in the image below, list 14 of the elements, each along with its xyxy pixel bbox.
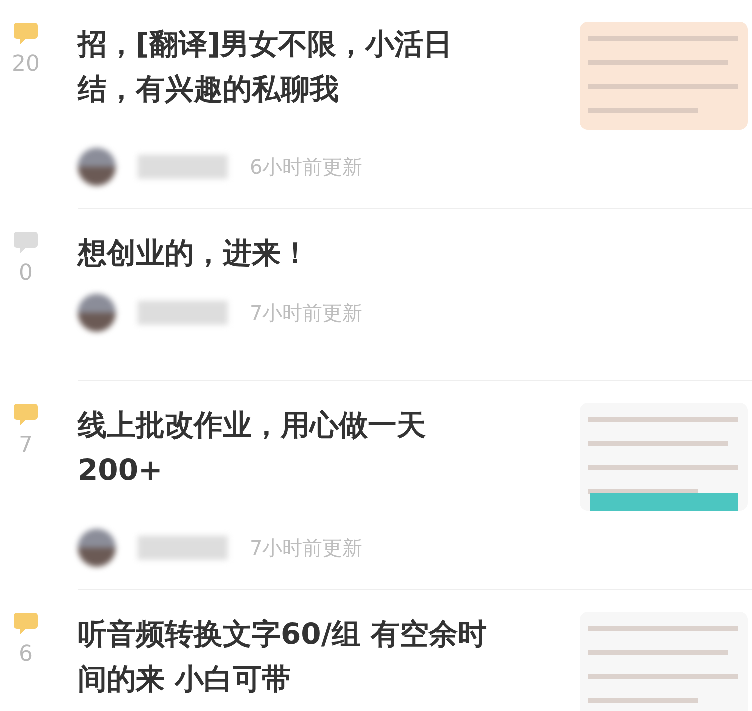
post-title[interactable]: 线上批改作业，用心做一天200+ bbox=[78, 403, 498, 511]
comment-count: 7 bbox=[19, 433, 33, 458]
post-title[interactable]: 招，[翻译]男女不限，小活日结，有兴趣的私聊我 bbox=[78, 22, 498, 130]
update-time: 7小时前更新 bbox=[250, 534, 363, 562]
update-time: 7小时前更新 bbox=[250, 300, 363, 326]
post-title[interactable]: 听音频转换文字60/组 有空余时间的来 小白可带 bbox=[78, 612, 498, 711]
avatar bbox=[78, 529, 116, 567]
comment-count: 6 bbox=[19, 642, 33, 667]
comment-count: 20 bbox=[12, 52, 40, 77]
comment-count: 0 bbox=[19, 261, 33, 286]
post-title[interactable]: 想创业的，进来！ bbox=[78, 231, 498, 276]
avatar bbox=[78, 148, 116, 186]
update-time: 6小时前更新 bbox=[250, 154, 363, 180]
avatar bbox=[78, 294, 116, 332]
